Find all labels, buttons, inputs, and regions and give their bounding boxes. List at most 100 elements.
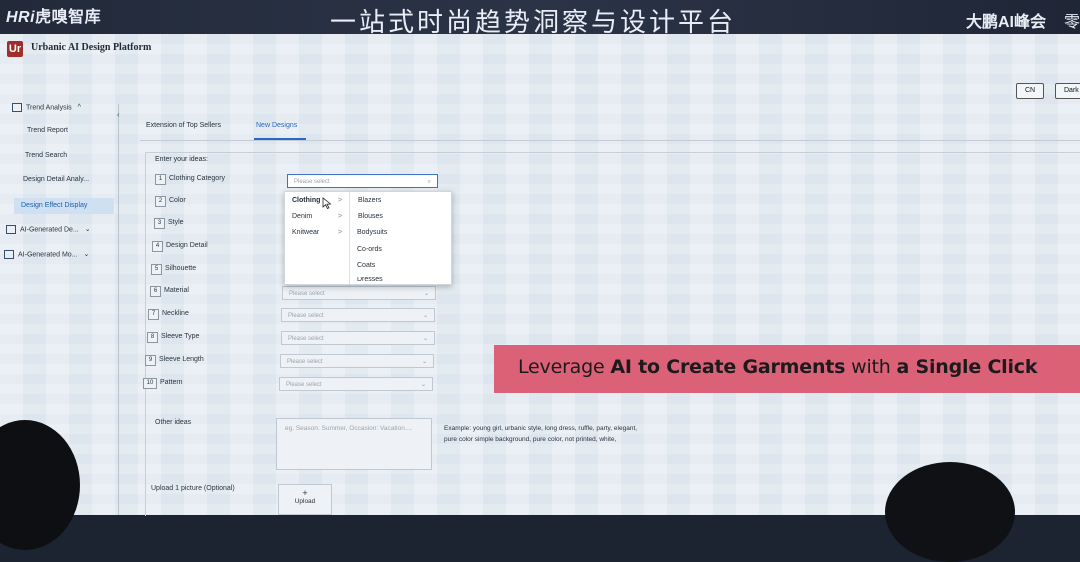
app-title: Urbanic AI Design Platform	[31, 42, 152, 53]
collapse-sidebar-icon[interactable]: ‹	[117, 110, 120, 119]
dropdown-option-coats[interactable]: Coats	[357, 262, 375, 269]
field-label-text: Clothing Category	[169, 175, 226, 182]
sidebar-item-ai-generated-design[interactable]: AI-Generated De... ⌄	[6, 225, 91, 234]
clothing-category-dropdown	[284, 191, 452, 285]
other-ideas-label: Other ideas	[155, 419, 192, 426]
field-label-style: 3 Style	[154, 218, 184, 229]
field-label-material: 6 Material	[150, 286, 189, 297]
summit-brand: 大鹏AI峰会	[966, 14, 1047, 31]
dropdown-option-blouses[interactable]: Blouses	[358, 213, 383, 220]
select-placeholder: Please select	[287, 359, 323, 365]
select-placeholder: Please select	[288, 336, 324, 342]
dropdown-option-blazers[interactable]: Blazers	[358, 197, 381, 204]
mouse-cursor-icon	[322, 197, 332, 209]
sidebar-divider	[118, 104, 119, 515]
select-placeholder: Please select	[286, 382, 322, 388]
step-number: 2	[155, 196, 166, 207]
field-label-text: Material	[164, 287, 189, 294]
form-section-label: Enter your ideas:	[155, 156, 208, 163]
material-select[interactable]: Please select ⌄	[282, 286, 436, 300]
chevron-down-icon: ⌄	[423, 291, 429, 297]
tab-new-designs[interactable]: New Designs	[256, 122, 297, 129]
audience-head	[885, 462, 1015, 562]
sidebar-item-design-detail-analysis[interactable]: Design Detail Analy...	[23, 176, 89, 183]
clothing-category-select[interactable]: Please select ⌕	[287, 174, 438, 188]
neckline-select[interactable]: Please select ⌄	[281, 308, 435, 322]
field-label-sleeve-length: 9 Sleeve Length	[145, 355, 204, 366]
other-ideas-textarea[interactable]: eg. Season: Summer, Occasion: Vacation..…	[276, 418, 432, 470]
dropdown-option-co-ords[interactable]: Co-ords	[357, 246, 382, 253]
dropdown-category-knitwear[interactable]: Knitwear	[292, 229, 319, 236]
step-number: 9	[145, 355, 156, 366]
chevron-right-icon: >	[338, 197, 343, 204]
field-label-text: Pattern	[160, 379, 183, 386]
chevron-up-icon: ^	[77, 104, 81, 112]
sidebar-item-label: AI-Generated Mo...	[18, 251, 78, 259]
hri-logo-text: HRi	[6, 9, 36, 26]
field-label-text: Silhouette	[165, 265, 197, 272]
theme-button[interactable]: Dark	[1055, 83, 1080, 99]
tab-extension-of-top-sellers[interactable]: Extension of Top Sellers	[146, 122, 221, 129]
gear-icon	[6, 225, 16, 234]
field-label-silhouette: 5 Silhouette	[151, 264, 196, 275]
promo-text-emphasis: AI to Create Garments	[610, 356, 846, 378]
category-column	[285, 192, 350, 284]
field-label-text: Neckline	[162, 310, 189, 317]
sidebar-item-ai-generated-model[interactable]: AI-Generated Mo... ⌄	[4, 250, 89, 259]
upload-button-label: Upload	[294, 498, 316, 505]
chevron-down-icon: ⌄	[84, 226, 91, 234]
sidebar-item-label: AI-Generated De...	[20, 226, 79, 234]
sidebar-item-trend-analysis[interactable]: Trend Analysis ^	[12, 103, 81, 112]
tab-divider	[140, 140, 1080, 141]
chevron-down-icon: ⌄	[422, 313, 428, 319]
language-button[interactable]: CN	[1016, 83, 1045, 99]
example-hint: Example: young girl, urbanic style, long…	[444, 425, 638, 443]
field-label-text: Color	[169, 197, 186, 204]
model-icon	[4, 250, 14, 259]
chevron-down-icon: ⌄	[83, 251, 90, 259]
search-icon: ⌕	[427, 179, 431, 185]
field-label-clothing-category: 1 Clothing Category	[155, 174, 225, 185]
chevron-down-icon: ⌄	[421, 359, 427, 365]
step-number: 5	[151, 264, 162, 275]
field-label-text: Design Detail	[166, 242, 208, 249]
sleeve-length-select[interactable]: Please select ⌄	[280, 354, 434, 368]
upload-picture-label: Upload 1 picture (Optional)	[151, 485, 235, 492]
field-label-sleeve-type: 8 Sleeve Type	[147, 332, 199, 343]
field-label-color: 2 Color	[155, 196, 186, 207]
upload-button[interactable]: + Upload	[278, 484, 332, 515]
promo-text-emphasis: a Single Click	[896, 356, 1038, 378]
urbanic-logo: Ur	[7, 41, 23, 57]
dropdown-category-denim[interactable]: Denim	[292, 213, 312, 220]
event-banner: HRi虎嗅智库 一站式时尚趋势洞察与设计平台 大鹏AI峰会 零	[0, 0, 1080, 38]
pattern-select[interactable]: Please select ⌄	[279, 377, 433, 391]
chevron-right-icon: >	[338, 213, 343, 220]
sidebar-item-label: Trend Analysis	[26, 104, 72, 112]
step-number: 1	[155, 174, 166, 185]
select-placeholder: Please select	[294, 179, 330, 185]
field-label-design-detail: 4 Design Detail	[152, 241, 208, 252]
field-label-text: Sleeve Length	[159, 356, 204, 363]
summit-brand-extra: 零	[1064, 14, 1080, 31]
chevron-down-icon: ⌄	[422, 336, 428, 342]
step-number: 10	[143, 378, 157, 389]
dropdown-option-bodysuits[interactable]: Bodysuits	[357, 229, 387, 236]
field-label-text: Style	[168, 219, 184, 226]
chart-icon	[12, 103, 22, 112]
field-label-text: Sleeve Type	[161, 333, 200, 340]
step-number: 6	[150, 286, 161, 297]
dropdown-option-dresses[interactable]: Dresses	[357, 277, 383, 282]
field-label-pattern: 10 Pattern	[143, 378, 183, 389]
sidebar-item-trend-report[interactable]: Trend Report	[27, 127, 68, 134]
step-number: 4	[152, 241, 163, 252]
promo-text-part: Leverage	[518, 356, 611, 378]
step-number: 3	[154, 218, 165, 229]
dropdown-category-clothing[interactable]: Clothing	[292, 197, 320, 204]
chevron-down-icon: ⌄	[420, 382, 426, 388]
sleeve-type-select[interactable]: Please select ⌄	[281, 331, 435, 345]
step-number: 8	[147, 332, 158, 343]
sidebar-item-trend-search[interactable]: Trend Search	[25, 152, 67, 159]
hri-brand-name: 虎嗅智库	[35, 9, 102, 26]
step-number: 7	[148, 309, 159, 320]
sidebar-item-design-effect-display[interactable]: Design Effect Display	[14, 198, 114, 214]
